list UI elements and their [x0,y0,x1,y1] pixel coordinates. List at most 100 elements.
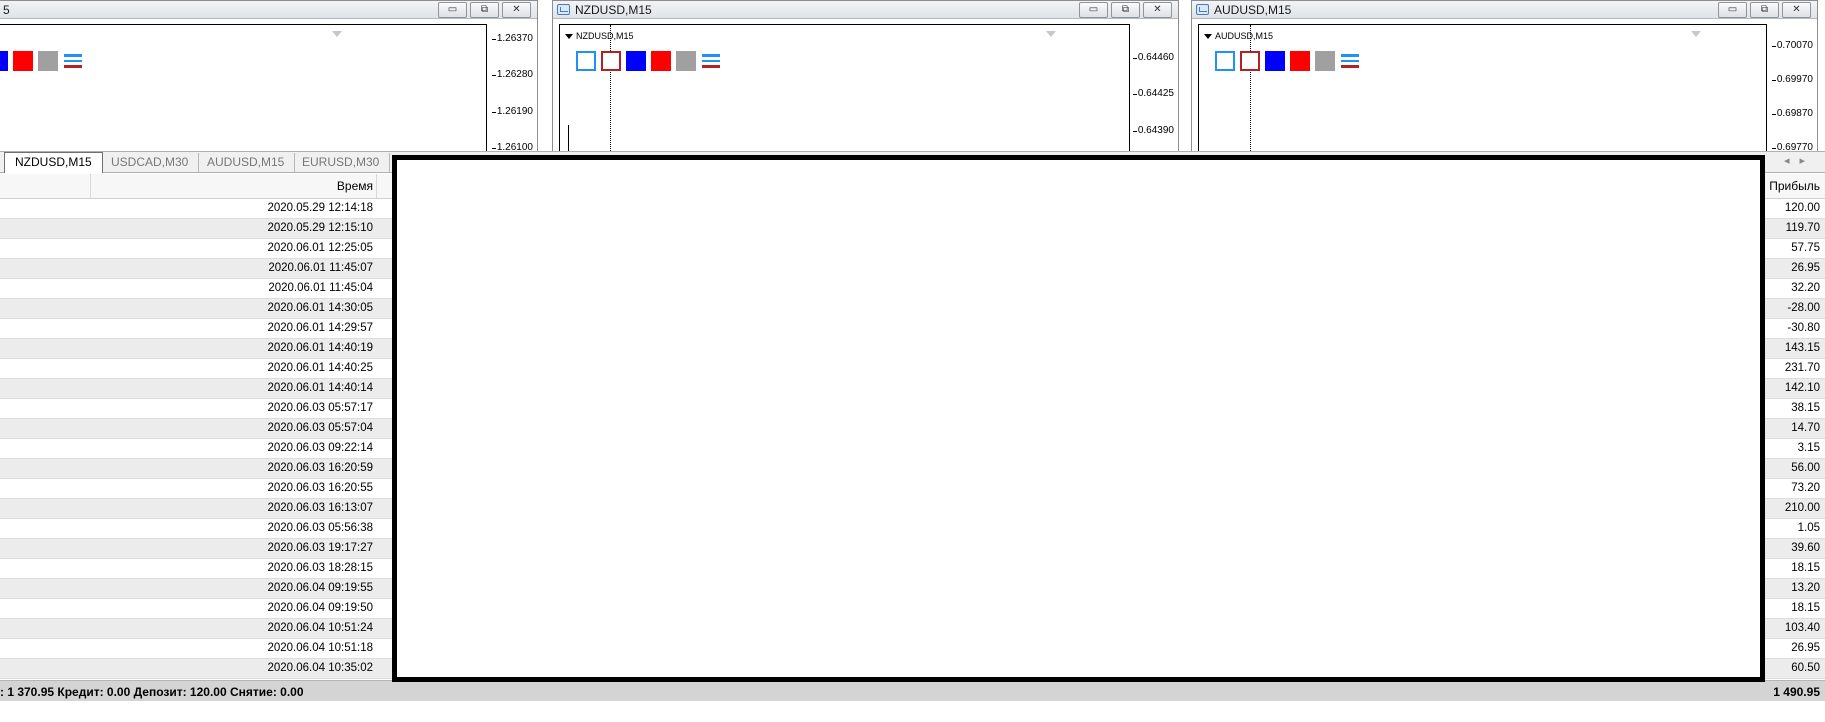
window-titlebar[interactable]: 5 ▭ ⧉ ✕ [0,1,537,19]
cell-time: 2020.06.01 11:45:07 [268,262,373,274]
window-title: 5 [3,3,10,17]
level-lines-icon [63,51,83,71]
chart-window-2[interactable]: NZDUSD,M15 ▭ ⧉ ✕ NZDUSD,M15 0.64460 0.64… [552,0,1179,154]
cell-time: 2020.06.01 11:45:04 [268,282,373,294]
minimize-button[interactable]: ▭ [1718,2,1747,18]
close-button[interactable]: ✕ [1782,2,1811,18]
chart-window-1[interactable]: 5 ▭ ⧉ ✕ 1.26370 1.26280 1.26190 1.26100 [0,0,538,154]
restore-button[interactable]: ⧉ [470,2,499,18]
cell-profit: 14.70 [1791,422,1820,434]
cell-time: 2020.06.03 16:20:59 [267,462,373,474]
cell-profit: 143.15 [1784,342,1820,354]
cell-profit: 18.15 [1791,602,1820,614]
gray-square-icon [38,51,58,71]
cell-time: 2020.06.03 16:20:55 [267,482,373,494]
blue-outline-square-icon [1215,51,1235,71]
cell-profit: 231.70 [1784,362,1820,374]
cell-time: 2020.06.04 10:51:18 [267,642,373,654]
cell-profit: 38.15 [1791,402,1820,414]
gray-square-icon [1315,51,1335,71]
period-separator-line [1250,25,1251,153]
red-square-icon [651,51,671,71]
chart-dropdown-icon[interactable] [1204,34,1212,39]
chart-dropdown-icon[interactable] [565,34,573,39]
cell-profit: 210.00 [1784,502,1820,514]
chart-bar-line [568,125,569,153]
window-titlebar[interactable]: NZDUSD,M15 ▭ ⧉ ✕ [553,1,1178,19]
cell-time: 2020.06.01 14:40:25 [267,362,373,374]
cell-profit: 103.40 [1784,622,1820,634]
cell-profit: 119.70 [1785,222,1820,234]
chart-window-icon [557,4,570,15]
restore-button[interactable]: ⧉ [1111,2,1140,18]
chart-area[interactable]: NZDUSD,M15 0.64460 0.64425 0.64390 [553,20,1178,153]
level-lines-icon [1340,51,1360,71]
price-label: 1.26280 [491,69,533,80]
cell-profit: 1.05 [1797,522,1820,534]
cell-profit: 73.20 [1791,482,1820,494]
red-outline-square-icon [1240,51,1260,71]
blue-square-icon [0,51,8,71]
red-square-icon [1290,51,1310,71]
cell-time: 2020.06.01 14:40:14 [267,382,373,394]
blue-square-icon [626,51,646,71]
balance-summary: : 1 370.95 Кредит: 0.00 Депозит: 120.00 … [0,685,304,699]
scroll-left-icon[interactable]: ◂ [1784,155,1800,167]
cell-time: 2020.06.04 09:19:55 [267,582,373,594]
cell-time: 2020.05.29 12:14:18 [267,202,373,214]
cell-profit: 56.00 [1791,462,1820,474]
price-label: 0.69970 [1771,74,1813,85]
triangle-marker-icon [332,31,342,37]
window-titlebar[interactable]: AUDUSD,M15 ▭ ⧉ ✕ [1192,1,1817,19]
color-swatch-row [576,51,721,71]
price-label: 0.64460 [1132,52,1174,63]
cell-profit: -30.80 [1787,322,1820,334]
chart-plot[interactable] [0,24,487,153]
minimize-button[interactable]: ▭ [438,2,467,18]
cell-profit: 32.20 [1791,282,1820,294]
window-title: AUDUSD,M15 [1214,3,1292,17]
cell-profit: 120.00 [1784,202,1820,214]
cell-time: 2020.06.04 09:19:50 [267,602,373,614]
column-header-profit[interactable]: Прибыль [1769,179,1820,193]
tab-nzdusd-m15[interactable]: NZDUSD,M15 [4,152,103,173]
price-label: 0.70070 [1771,40,1813,51]
tab-usdcad-m30[interactable]: USDCAD,M30 [101,153,200,172]
close-button[interactable]: ✕ [1143,2,1172,18]
price-label: 0.69870 [1771,108,1813,119]
chart-plot[interactable]: AUDUSD,M15 [1198,24,1767,153]
chart-area[interactable]: AUDUSD,M15 0.70070 0.69970 0.69870 0.697… [1192,20,1817,153]
cell-time: 2020.06.03 05:57:04 [267,422,373,434]
chart-symbol-label: NZDUSD,M15 [576,31,634,41]
cell-profit: 60.50 [1791,662,1820,674]
cell-time: 2020.06.01 14:40:19 [267,342,373,354]
triangle-marker-icon [1046,31,1056,37]
gray-square-icon [676,51,696,71]
cell-time: 2020.06.01 12:25:05 [267,242,373,254]
restore-button[interactable]: ⧉ [1750,2,1779,18]
cell-profit: 18.15 [1791,562,1820,574]
tab-eurusd-m30[interactable]: EURUSD,M30 [292,153,391,172]
column-header-time[interactable]: Время [337,179,373,193]
cell-time: 2020.06.03 16:13:07 [267,502,373,514]
chart-plot[interactable]: NZDUSD,M15 [559,24,1130,153]
cell-profit: 39.60 [1791,542,1820,554]
blue-square-icon [1265,51,1285,71]
blue-outline-square-icon [576,51,596,71]
cell-time: 2020.06.01 14:29:57 [267,322,373,334]
window-title: NZDUSD,M15 [575,3,652,17]
chart-window-3[interactable]: AUDUSD,M15 ▭ ⧉ ✕ AUDUSD,M15 0.70070 0.69… [1191,0,1818,154]
cell-profit: 26.95 [1791,642,1820,654]
period-separator-line [610,25,611,153]
cell-profit: -28.00 [1787,302,1820,314]
level-lines-icon [701,51,721,71]
blank-overlay-panel [392,155,1765,682]
cell-time: 2020.06.04 10:35:02 [267,662,373,674]
chart-area[interactable]: 1.26370 1.26280 1.26190 1.26100 [0,20,537,153]
close-button[interactable]: ✕ [502,2,531,18]
tab-audusd-m15[interactable]: AUDUSD,M15 [197,153,296,172]
color-swatch-row [1215,51,1360,71]
minimize-button[interactable]: ▭ [1079,2,1108,18]
scroll-right-icon[interactable]: ▸ [1799,155,1815,167]
price-label: 1.26190 [491,106,533,117]
